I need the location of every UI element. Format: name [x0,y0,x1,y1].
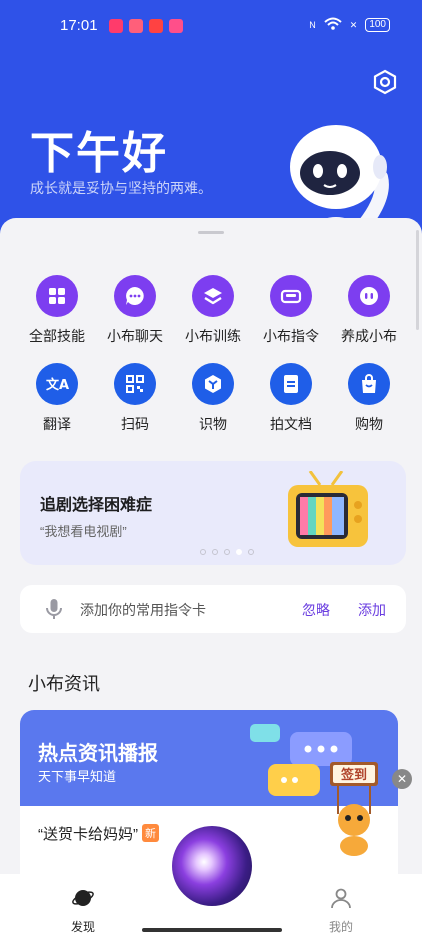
add-button[interactable]: 添加 [358,600,386,620]
notification-video-icon [109,19,123,33]
skill-translate[interactable]: 文A 翻译 [18,361,96,449]
ignore-button[interactable]: 忽略 [302,600,330,620]
tv-illustration-icon [288,471,368,547]
banner-title: 追剧选择困难症 [40,497,153,514]
sim-icon: ✕ [349,19,358,30]
wifi-icon [324,17,342,33]
chat-icon [114,275,156,317]
promo-banner[interactable]: 追剧选择困难症 “我想看电视剧” [20,461,406,565]
layers-icon [192,275,234,317]
skill-label: 购物 [355,416,383,432]
carousel-dot-active[interactable] [236,549,242,555]
command-card: 添加你的常用指令卡 忽略 添加 [20,585,406,633]
scrollbar[interactable] [416,230,419,330]
skills-row: 文A 翻译 扫码 识物 拍文档 购物 [18,361,408,449]
header: 下午好 成长就是妥协与坚持的两难。 [0,52,422,277]
skills-grid: 全部技能 小布聊天 小布训练 小布指令 养成小布 文A 翻译 扫码 识物 拍文档… [18,273,408,449]
new-badge: 新 [142,824,159,842]
skill-all-skills[interactable]: 全部技能 [18,273,96,361]
skill-label: 扫码 [121,416,149,432]
news-item-title: “送贺卡给妈妈” [38,826,138,843]
carousel-dot[interactable] [200,549,206,555]
skill-chat[interactable]: 小布聊天 [96,273,174,361]
skill-training[interactable]: 小布训练 [174,273,252,361]
greeting-subtitle: 成长就是妥协与坚持的两难。 [30,180,212,196]
nav-mine-label: 我的 [328,920,353,934]
skill-label: 全部技能 [29,328,85,344]
skill-label: 翻译 [43,416,71,432]
person-icon [331,888,351,909]
signin-tiger-icon[interactable]: 签到 [326,758,382,858]
skill-label: 拍文档 [270,416,312,432]
qr-icon [114,363,156,405]
translate-icon: 文A [36,363,78,405]
skill-label: 识物 [199,416,227,432]
skill-scan[interactable]: 扫码 [96,361,174,449]
greeting-title: 下午好 [30,129,168,178]
skill-document[interactable]: 拍文档 [252,361,330,449]
skill-identify[interactable]: 识物 [174,361,252,449]
banner-subtitle: “我想看电视剧” [40,524,127,539]
carousel-dot[interactable] [224,549,230,555]
carousel-dots [200,549,254,555]
skill-label: 小布训练 [185,328,241,344]
skill-shopping[interactable]: 购物 [330,361,408,449]
battery-indicator: 100 [365,18,390,32]
notification-mail-icon [129,19,143,33]
carousel-dot[interactable] [212,549,218,555]
nfc-icon: N [309,20,316,30]
skill-label: 小布聊天 [107,328,163,344]
nav-discover[interactable]: 发现 [53,886,113,935]
planet-icon [72,890,94,906]
news-subtitle: 天下事早知道 [38,769,117,784]
bed-icon [270,275,312,317]
grid-icon [36,275,78,317]
status-right: N ✕ 100 [309,17,390,33]
section-title-news: 小布资讯 [28,674,100,694]
status-time: 17:01 [60,17,98,34]
drag-handle[interactable] [198,231,224,234]
skill-commands[interactable]: 小布指令 [252,273,330,361]
voice-assistant-orb-button[interactable] [172,826,252,906]
home-indicator[interactable] [142,928,282,932]
news-title: 热点资讯播报 [38,743,158,765]
command-card-text: 添加你的常用指令卡 [80,602,206,618]
svg-text:文A: 文A [46,377,69,393]
bag-icon [348,363,390,405]
skill-raise[interactable]: 养成小布 [330,273,408,361]
nav-mine[interactable]: 我的 [311,886,371,935]
signin-label: 签到 [340,767,367,783]
skill-label: 养成小布 [341,328,397,344]
microphone-icon [46,599,62,619]
carousel-dot[interactable] [248,549,254,555]
notification-app-icon [169,19,183,33]
settings-gear-icon[interactable] [372,69,398,95]
skill-label: 小布指令 [263,328,319,344]
lens-icon [192,363,234,405]
notification-play-icon [149,19,163,33]
nav-discover-label: 发现 [70,920,95,934]
skills-row: 全部技能 小布聊天 小布训练 小布指令 养成小布 [18,273,408,361]
signin-close-icon[interactable]: ✕ [392,769,412,789]
document-icon [270,363,312,405]
status-bar: 17:01 N ✕ 100 [0,0,422,52]
news-item[interactable]: “送贺卡给妈妈” 新 [38,823,159,844]
face-icon [348,275,390,317]
